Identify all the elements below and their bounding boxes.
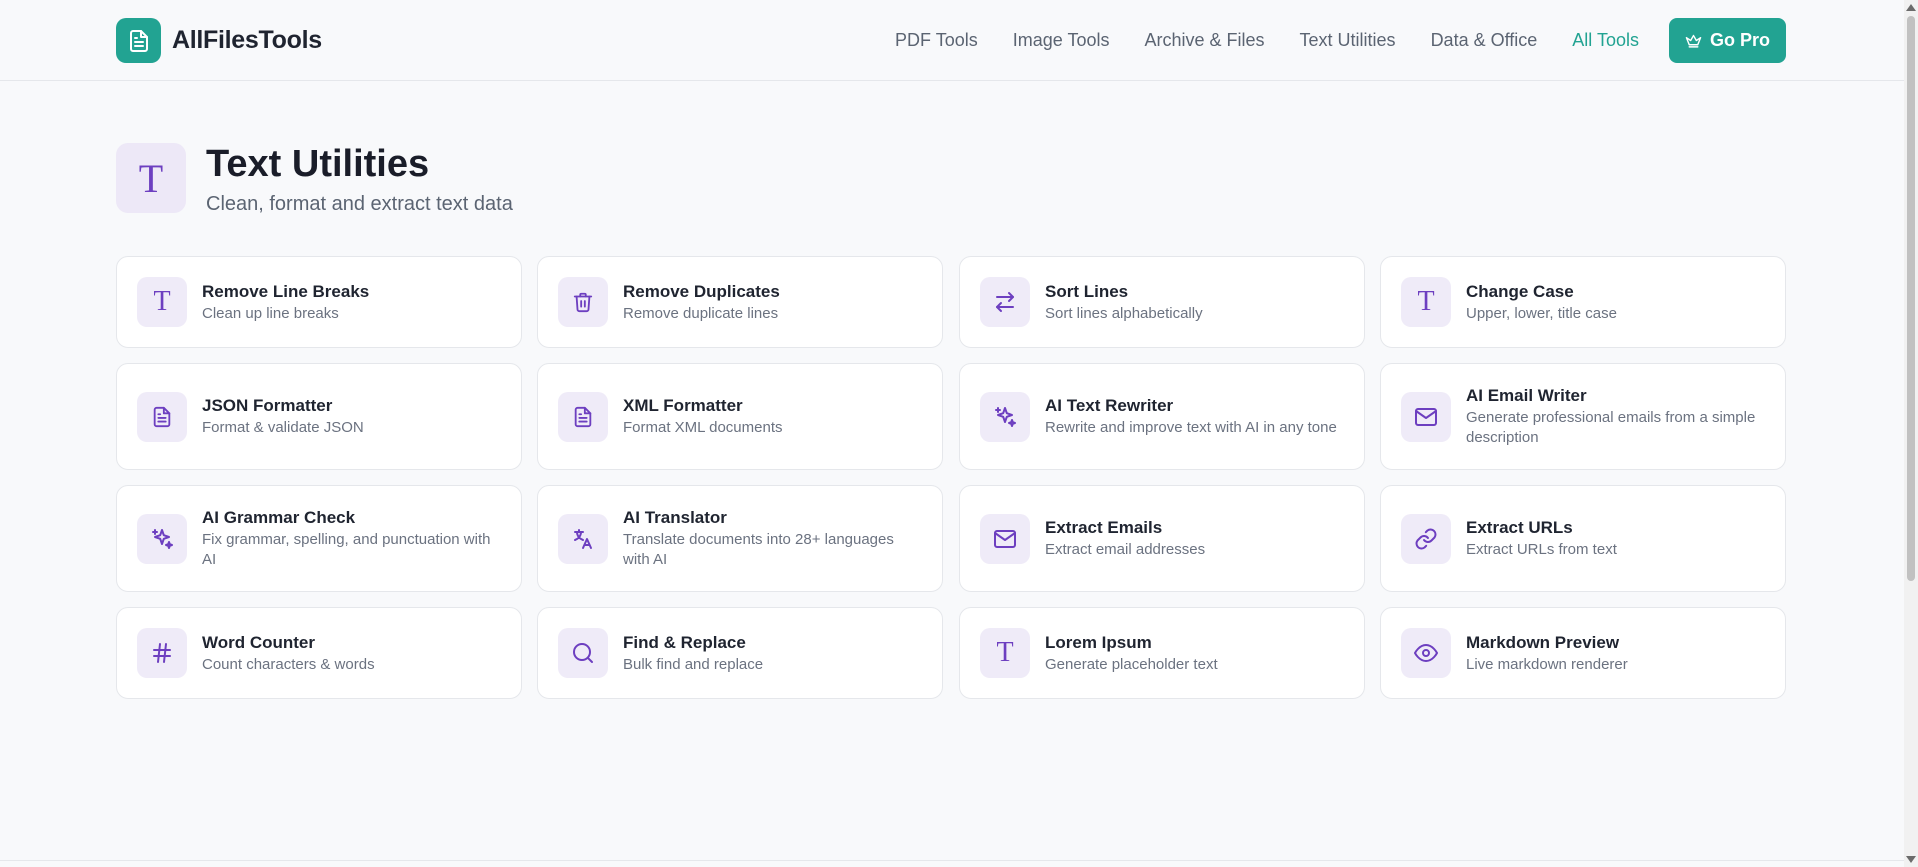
- tool-card-title: Extract URLs: [1466, 518, 1573, 537]
- tool-card-xml-formatter[interactable]: XML Formatter Format XML documents: [537, 363, 943, 470]
- sparkles-icon: [137, 513, 187, 564]
- go-pro-button[interactable]: Go Pro: [1668, 18, 1786, 63]
- nav-pdf-tools[interactable]: PDF Tools: [895, 30, 978, 51]
- eye-icon: [1401, 628, 1451, 678]
- page-header: T Text Utilities Clean, format and extra…: [116, 143, 513, 216]
- tool-card-find-and-replace[interactable]: Find & Replace Bulk find and replace: [537, 607, 943, 699]
- tool-card-description: Sort lines alphabetically: [1045, 304, 1203, 322]
- top-header: AllFilesTools PDF Tools Image Tools Arch…: [0, 0, 1904, 81]
- crown-icon: [1685, 32, 1702, 49]
- tool-card-remove-line-breaks[interactable]: T Remove Line Breaks Clean up line breaks: [116, 256, 522, 348]
- file-text-icon: [137, 391, 187, 442]
- tool-card-title: XML Formatter: [623, 396, 743, 415]
- tool-card-extract-emails[interactable]: Extract Emails Extract email addresses: [959, 485, 1365, 592]
- scroll-up-arrow-icon[interactable]: [1906, 4, 1916, 11]
- page-subtitle: Clean, format and extract text data: [206, 193, 513, 215]
- text-icon: T: [116, 143, 186, 213]
- tool-card-ai-translator[interactable]: AI Translator Translate documents into 28…: [537, 485, 943, 592]
- text-icon: T: [1401, 277, 1451, 327]
- search-icon: [558, 628, 608, 678]
- tool-card-title: AI Email Writer: [1466, 386, 1587, 405]
- tool-card-ai-text-rewriter[interactable]: AI Text Rewriter Rewrite and improve text…: [959, 363, 1365, 470]
- vertical-scrollbar[interactable]: [1904, 0, 1918, 867]
- brand[interactable]: AllFilesTools: [116, 18, 322, 63]
- nav-data-office[interactable]: Data & Office: [1431, 30, 1538, 51]
- text-icon: T: [980, 628, 1030, 678]
- tool-card-sort-lines[interactable]: Sort Lines Sort lines alphabetically: [959, 256, 1365, 348]
- tool-card-remove-duplicates[interactable]: Remove Duplicates Remove duplicate lines: [537, 256, 943, 348]
- tool-card-description: Translate documents into 28+ languages w…: [623, 531, 894, 568]
- main-nav: PDF Tools Image Tools Archive & Files Te…: [860, 18, 1786, 63]
- tool-card-title: Markdown Preview: [1466, 632, 1620, 652]
- text-icon: T: [137, 277, 187, 327]
- tool-card-markdown-preview[interactable]: Markdown Preview Live markdown renderer: [1380, 607, 1786, 699]
- hash-icon: [137, 628, 187, 678]
- mail-icon: [1401, 391, 1451, 442]
- tool-card-title: AI Text Rewriter: [1045, 396, 1174, 415]
- tool-card-title: Change Case: [1466, 281, 1574, 301]
- tool-card-extract-urls[interactable]: Extract URLs Extract URLs from text: [1380, 485, 1786, 592]
- tool-card-description: Generate professional emails from a simp…: [1466, 409, 1756, 446]
- nav-all-tools[interactable]: All Tools: [1572, 30, 1639, 51]
- tool-card-title: AI Grammar Check: [202, 508, 356, 527]
- page-title: Text Utilities: [206, 143, 430, 185]
- tool-card-title: Sort Lines: [1045, 281, 1129, 301]
- tool-card-word-counter[interactable]: Word Counter Count characters & words: [116, 607, 522, 699]
- tool-card-description: Clean up line breaks: [202, 304, 339, 322]
- tool-card-description: Format XML documents: [623, 419, 783, 436]
- swap-arrows-icon: [980, 277, 1030, 327]
- tool-card-description: Bulk find and replace: [623, 655, 764, 673]
- tool-card-title: JSON Formatter: [202, 396, 333, 415]
- tool-card-lorem-ipsum[interactable]: T Lorem Ipsum Generate placeholder text: [959, 607, 1365, 699]
- tool-card-description: Format & validate JSON: [202, 419, 364, 436]
- scroll-down-arrow-icon[interactable]: [1906, 856, 1916, 863]
- tool-card-ai-grammar-check[interactable]: AI Grammar Check Fix grammar, spelling, a…: [116, 485, 522, 592]
- tool-card-description: Extract email addresses: [1045, 541, 1206, 558]
- translate-icon: [558, 513, 608, 564]
- tool-card-description: Remove duplicate lines: [623, 304, 779, 322]
- tool-card-description: Extract URLs from text: [1466, 541, 1617, 558]
- tool-card-description: Count characters & words: [202, 655, 375, 673]
- tool-card-description: Generate placeholder text: [1045, 655, 1218, 673]
- tool-card-json-formatter[interactable]: JSON Formatter Format & validate JSON: [116, 363, 522, 470]
- footer-divider: [0, 860, 1904, 861]
- mail-icon: [980, 513, 1030, 564]
- tool-card-title: Remove Duplicates: [623, 281, 780, 301]
- nav-text-utilities[interactable]: Text Utilities: [1300, 30, 1396, 51]
- scroll-thumb[interactable]: [1907, 16, 1915, 581]
- sparkles-icon: [980, 391, 1030, 442]
- tool-card-title: Remove Line Breaks: [202, 281, 370, 301]
- tool-card-title: Word Counter: [202, 632, 316, 652]
- file-logo-icon: [116, 18, 161, 63]
- tool-card-title: Extract Emails: [1045, 518, 1163, 537]
- tool-card-title: Find & Replace: [623, 632, 746, 652]
- nav-image-tools[interactable]: Image Tools: [1013, 30, 1110, 51]
- tool-card-description: Fix grammar, spelling, and punctuation w…: [202, 531, 491, 568]
- brand-name: AllFilesTools: [172, 26, 322, 54]
- tool-card-description: Live markdown renderer: [1466, 655, 1628, 673]
- tool-card-title: Lorem Ipsum: [1045, 632, 1152, 652]
- go-pro-label: Go Pro: [1709, 30, 1770, 50]
- tool-card-description: Rewrite and improve text with AI in any …: [1045, 419, 1337, 436]
- tool-card-description: Upper, lower, title case: [1466, 304, 1617, 322]
- tool-card-ai-email-writer[interactable]: AI Email Writer Generate professional ema…: [1380, 363, 1786, 470]
- link-icon: [1401, 513, 1451, 564]
- tool-card-title: AI Translator: [623, 508, 727, 527]
- nav-archive-files[interactable]: Archive & Files: [1144, 30, 1264, 51]
- file-text-icon: [558, 391, 608, 442]
- tool-card-change-case[interactable]: T Change Case Upper, lower, title case: [1380, 256, 1786, 348]
- trash-icon: [558, 277, 608, 327]
